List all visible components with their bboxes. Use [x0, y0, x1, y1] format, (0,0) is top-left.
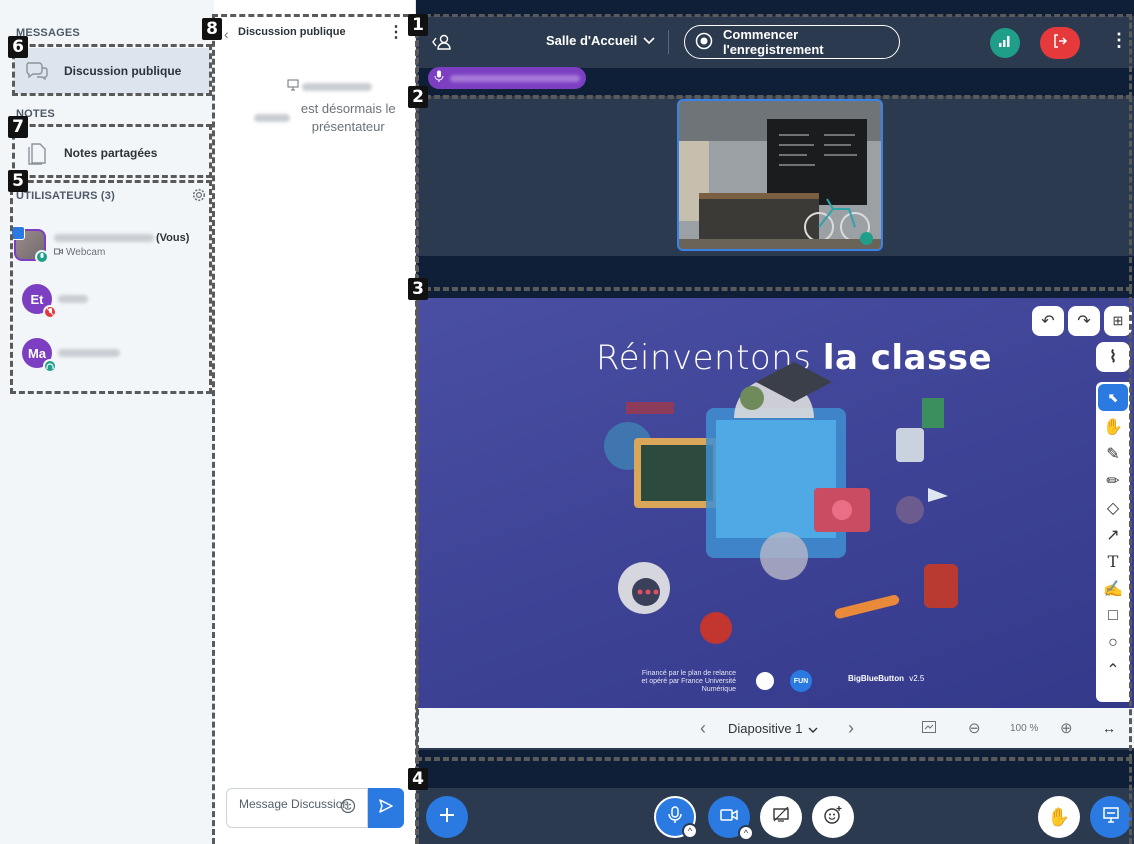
- annotation-region-3: [416, 288, 1132, 760]
- app-root: MESSAGES Discussion publique NOTES Notes…: [0, 0, 1134, 844]
- annotation-number-1: 1: [408, 14, 428, 36]
- annotation-region-7: [12, 124, 212, 178]
- annotation-number-4: 4: [408, 768, 428, 790]
- annotation-region-4: [416, 758, 1132, 844]
- annotation-region-8: [212, 14, 418, 844]
- annotation-number-5: 5: [8, 170, 28, 192]
- annotation-number-6: 6: [8, 36, 28, 58]
- annotation-region-2: [416, 96, 1132, 290]
- annotation-region-1: [416, 14, 1132, 98]
- annotation-number-2: 2: [408, 86, 428, 108]
- annotation-number-7: 7: [8, 116, 28, 138]
- annotation-region-5: [10, 180, 212, 394]
- annotation-region-6: [12, 44, 212, 96]
- annotation-number-8: 8: [202, 18, 222, 40]
- annotation-number-3: 3: [408, 278, 428, 300]
